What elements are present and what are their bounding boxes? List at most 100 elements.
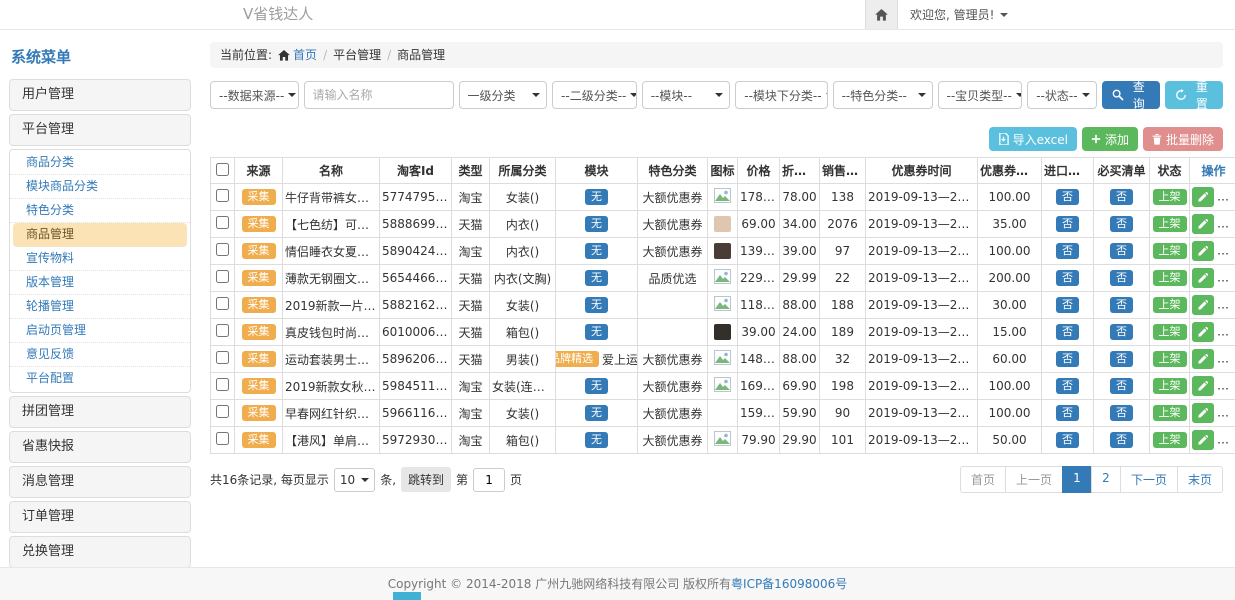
status-badge[interactable]: 上架 xyxy=(1153,189,1187,205)
edit-button[interactable] xyxy=(1192,376,1214,396)
edit-button[interactable] xyxy=(1192,295,1214,315)
status-badge[interactable]: 上架 xyxy=(1153,216,1187,232)
must-buy-badge[interactable]: 否 xyxy=(1110,189,1133,205)
edit-button[interactable] xyxy=(1192,430,1214,450)
import-select-badge[interactable]: 否 xyxy=(1056,405,1079,421)
status-badge[interactable]: 上架 xyxy=(1153,405,1187,421)
filter-select[interactable]: --宝贝类型-- xyxy=(938,81,1023,109)
batch-delete-button[interactable]: 批量删除 xyxy=(1143,127,1223,151)
edit-button[interactable] xyxy=(1192,322,1214,342)
sidebar-submenu-item[interactable]: 意见反馈 xyxy=(10,343,190,367)
row-checkbox[interactable] xyxy=(216,270,229,283)
import-select-badge[interactable]: 否 xyxy=(1056,351,1079,367)
row-checkbox[interactable] xyxy=(216,405,229,418)
row-checkbox[interactable] xyxy=(216,297,229,310)
status-badge[interactable]: 上架 xyxy=(1153,432,1187,448)
sidebar-panel-item[interactable]: 平台管理 xyxy=(9,114,191,146)
price-cell: 169.90 xyxy=(738,373,780,400)
status-badge[interactable]: 上架 xyxy=(1153,270,1187,286)
status-badge[interactable]: 上架 xyxy=(1153,378,1187,394)
sidebar-submenu-item[interactable]: 平台配置 xyxy=(10,367,190,391)
pager-button-首页[interactable]: 首页 xyxy=(960,466,1006,493)
filter-select[interactable]: --模块-- xyxy=(642,81,731,109)
jump-button[interactable]: 跳转到 xyxy=(401,467,451,492)
pager-button-下一页[interactable]: 下一页 xyxy=(1120,466,1178,493)
status-badge[interactable]: 上架 xyxy=(1153,351,1187,367)
status-badge[interactable]: 上架 xyxy=(1153,297,1187,313)
home-button[interactable] xyxy=(865,0,898,29)
filter-select[interactable]: --状态-- xyxy=(1027,81,1096,109)
edit-button[interactable] xyxy=(1192,268,1214,288)
must-buy-badge[interactable]: 否 xyxy=(1110,297,1133,313)
sidebar-panel-item[interactable]: 拼团管理 xyxy=(9,396,191,428)
filter-select[interactable]: --二级分类-- xyxy=(552,81,637,109)
icp-link[interactable]: 粤ICP备16098006号 xyxy=(731,577,847,591)
import-select-badge[interactable]: 否 xyxy=(1056,270,1079,286)
row-checkbox[interactable] xyxy=(216,432,229,445)
row-checkbox[interactable] xyxy=(216,378,229,391)
row-checkbox[interactable] xyxy=(216,189,229,202)
user-menu[interactable]: 欢迎您, 管理员! xyxy=(898,0,1008,29)
filter-select[interactable]: 一级分类 xyxy=(459,81,548,109)
edit-button[interactable] xyxy=(1192,187,1214,207)
sidebar-panel-item[interactable]: 用户管理 xyxy=(9,79,191,111)
status-badge[interactable]: 上架 xyxy=(1153,324,1187,340)
import-select-badge[interactable]: 否 xyxy=(1056,216,1079,232)
row-checkbox[interactable] xyxy=(216,243,229,256)
page-number-input[interactable] xyxy=(473,468,505,492)
must-buy-badge[interactable]: 否 xyxy=(1110,432,1133,448)
status-badge[interactable]: 上架 xyxy=(1153,243,1187,259)
edit-button[interactable] xyxy=(1192,241,1214,261)
module-wrap: 无 xyxy=(558,324,635,340)
sidebar-submenu-item[interactable]: 模块商品分类 xyxy=(10,175,190,199)
filter-select[interactable]: --模块下分类-- xyxy=(735,81,827,109)
row-checkbox[interactable] xyxy=(216,351,229,364)
filter-select[interactable]: --数据来源-- xyxy=(210,81,299,109)
must-buy-badge[interactable]: 否 xyxy=(1110,324,1133,340)
import-select-badge[interactable]: 否 xyxy=(1056,243,1079,259)
import-select-badge[interactable]: 否 xyxy=(1056,324,1079,340)
must-buy-badge[interactable]: 否 xyxy=(1110,216,1133,232)
edit-button[interactable] xyxy=(1192,403,1214,423)
sidebar-panel-item[interactable]: 兑换管理 xyxy=(9,536,191,567)
edit-button[interactable] xyxy=(1192,349,1214,369)
pager-button-上一页[interactable]: 上一页 xyxy=(1005,466,1063,493)
filter-select[interactable]: --特色分类-- xyxy=(833,81,933,109)
must-buy-badge[interactable]: 否 xyxy=(1110,243,1133,259)
sidebar-submenu-item[interactable]: 商品分类 xyxy=(10,151,190,175)
pager-button-1[interactable]: 1 xyxy=(1062,466,1092,493)
must-buy-badge[interactable]: 否 xyxy=(1110,378,1133,394)
import-select-badge[interactable]: 否 xyxy=(1056,297,1079,313)
pager-button-末页[interactable]: 末页 xyxy=(1177,466,1223,493)
pager-button-2[interactable]: 2 xyxy=(1091,466,1121,493)
row-checkbox[interactable] xyxy=(216,324,229,337)
import-select-badge[interactable]: 否 xyxy=(1056,378,1079,394)
sidebar-submenu-item-active[interactable]: 商品管理 xyxy=(13,223,187,247)
sidebar-panel-item[interactable]: 消息管理 xyxy=(9,466,191,498)
row-checkbox[interactable] xyxy=(216,216,229,229)
import-select-badge[interactable]: 否 xyxy=(1056,189,1079,205)
sidebar-panel-item[interactable]: 订单管理 xyxy=(9,501,191,533)
source-cell: 采集 xyxy=(235,319,283,346)
sidebar-submenu-item[interactable]: 轮播管理 xyxy=(10,295,190,319)
sidebar-submenu-item[interactable]: 版本管理 xyxy=(10,271,190,295)
sidebar-submenu-item[interactable]: 启动页管理 xyxy=(10,319,190,343)
import-excel-button[interactable]: 导入excel xyxy=(989,127,1077,151)
breadcrumb-home-link[interactable]: 首页 xyxy=(278,42,317,68)
import-select-badge[interactable]: 否 xyxy=(1056,432,1079,448)
must-buy-badge[interactable]: 否 xyxy=(1110,405,1133,421)
name-search-input[interactable] xyxy=(304,81,454,109)
add-button[interactable]: 添加 xyxy=(1082,127,1138,151)
per-page-select[interactable]: 10 xyxy=(334,468,375,492)
select-all-checkbox[interactable] xyxy=(216,163,229,176)
search-button[interactable]: 查询 xyxy=(1102,81,1160,109)
sidebar-submenu-item[interactable]: 特色分类 xyxy=(10,199,190,223)
module-badge: 无 xyxy=(585,297,608,313)
sidebar-submenu-item[interactable]: 宣传物料 xyxy=(10,247,190,271)
must-buy-badge[interactable]: 否 xyxy=(1110,270,1133,286)
edit-button[interactable] xyxy=(1192,214,1214,234)
reset-button[interactable]: 重置 xyxy=(1165,81,1223,109)
must-buy-badge[interactable]: 否 xyxy=(1110,351,1133,367)
sidebar-panel-item[interactable]: 省惠快报 xyxy=(9,431,191,463)
source-cell: 采集 xyxy=(235,265,283,292)
